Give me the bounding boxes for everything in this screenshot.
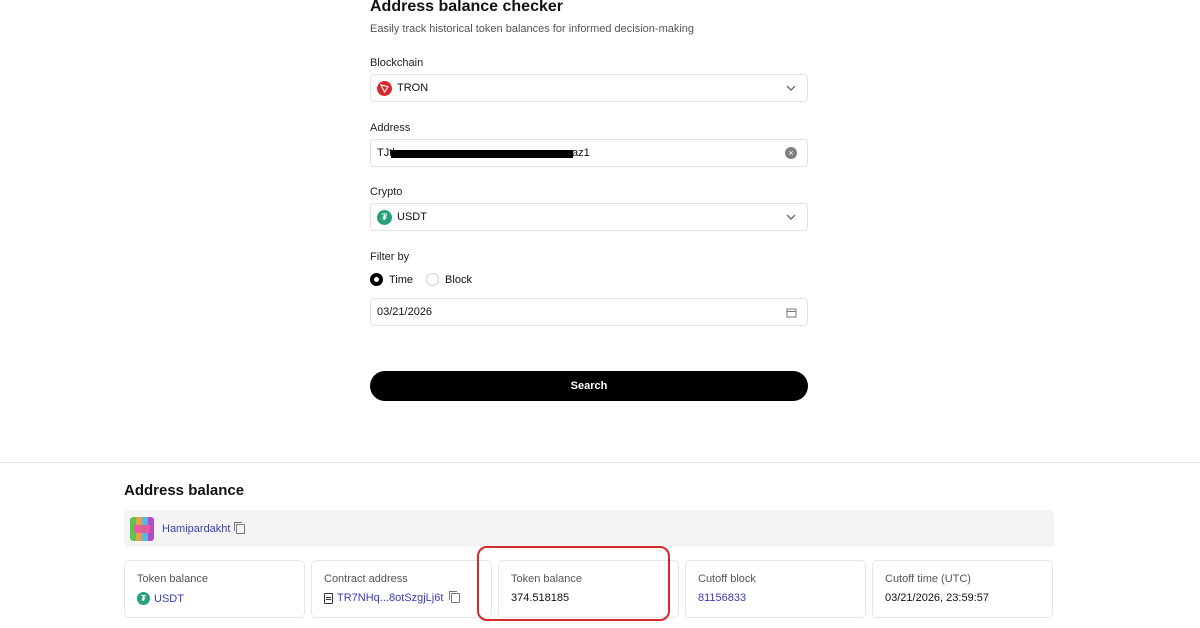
address-label: Address [370,122,411,134]
crypto-select[interactable]: ₮ USDT [370,203,808,231]
tether-logo-icon: ₮ [137,592,150,605]
cutoff-block-link[interactable]: 81156833 [698,592,865,604]
result-title: Address balance [124,482,245,499]
copy-icon[interactable] [234,521,246,534]
filter-label: Filter by [370,251,410,263]
contract-card: Contract address TR7NHq...8otSzgjLj6t [311,560,492,618]
blockchain-select[interactable]: TRON [370,74,808,102]
blockchain-value: TRON [397,82,429,94]
token-card: Token balance ₮ USDT [124,560,305,618]
radio-unselected-icon [426,273,440,286]
redaction-bar [391,150,573,158]
date-value: 03/21/2026 [377,306,433,318]
cutoff-block-card: Cutoff block 81156833 [685,560,866,618]
card-label: Cutoff time (UTC) [885,573,971,585]
owner-name-link[interactable]: Hamipardakht [162,523,230,535]
contract-link[interactable]: TR7NHq...8otSzgjLj6t [324,591,491,604]
calendar-icon[interactable] [785,306,797,318]
filter-time-label: Time [389,273,414,286]
card-label: Contract address [324,573,408,585]
filter-block-radio[interactable]: Block [426,273,472,286]
chevron-down-icon [785,211,797,223]
card-label: Cutoff block [698,573,756,585]
filter-time-radio[interactable]: Time [370,273,413,286]
chevron-down-icon [785,82,797,94]
address-suffix: az1 [572,147,590,159]
date-input[interactable]: 03/21/2026 [370,298,808,326]
section-divider [0,462,1200,463]
cutoff-time-card: Cutoff time (UTC) 03/21/2026, 23:59:57 [872,560,1053,618]
owner-bar: Hamipardakht [124,510,1054,547]
blockchain-label: Blockchain [370,57,424,69]
search-button[interactable]: Search [370,371,808,401]
highlight-annotation [477,546,670,621]
tether-logo-icon: ₮ [377,209,392,225]
tron-logo-icon [377,80,392,96]
crypto-label: Crypto [370,186,403,198]
avatar [130,516,154,541]
radio-selected-icon [370,273,383,286]
filter-radio-group: Time Block [370,273,485,286]
cutoff-time-value: 03/21/2026, 23:59:57 [885,592,989,604]
contract-document-icon [324,592,333,604]
page-title: Address balance checker [370,0,563,15]
page-subtitle: Easily track historical token balances f… [370,23,695,35]
copy-icon[interactable] [449,591,461,603]
contract-address: TR7NHq...8otSzgjLj6t [337,592,444,604]
clear-icon[interactable]: × [785,147,797,159]
token-name: USDT [154,592,184,605]
filter-block-label: Block [445,273,472,286]
token-link[interactable]: ₮ USDT [137,592,304,605]
address-input[interactable]: TJth az1 × [370,139,808,167]
crypto-value: USDT [397,211,427,223]
card-label: Token balance [137,573,208,585]
